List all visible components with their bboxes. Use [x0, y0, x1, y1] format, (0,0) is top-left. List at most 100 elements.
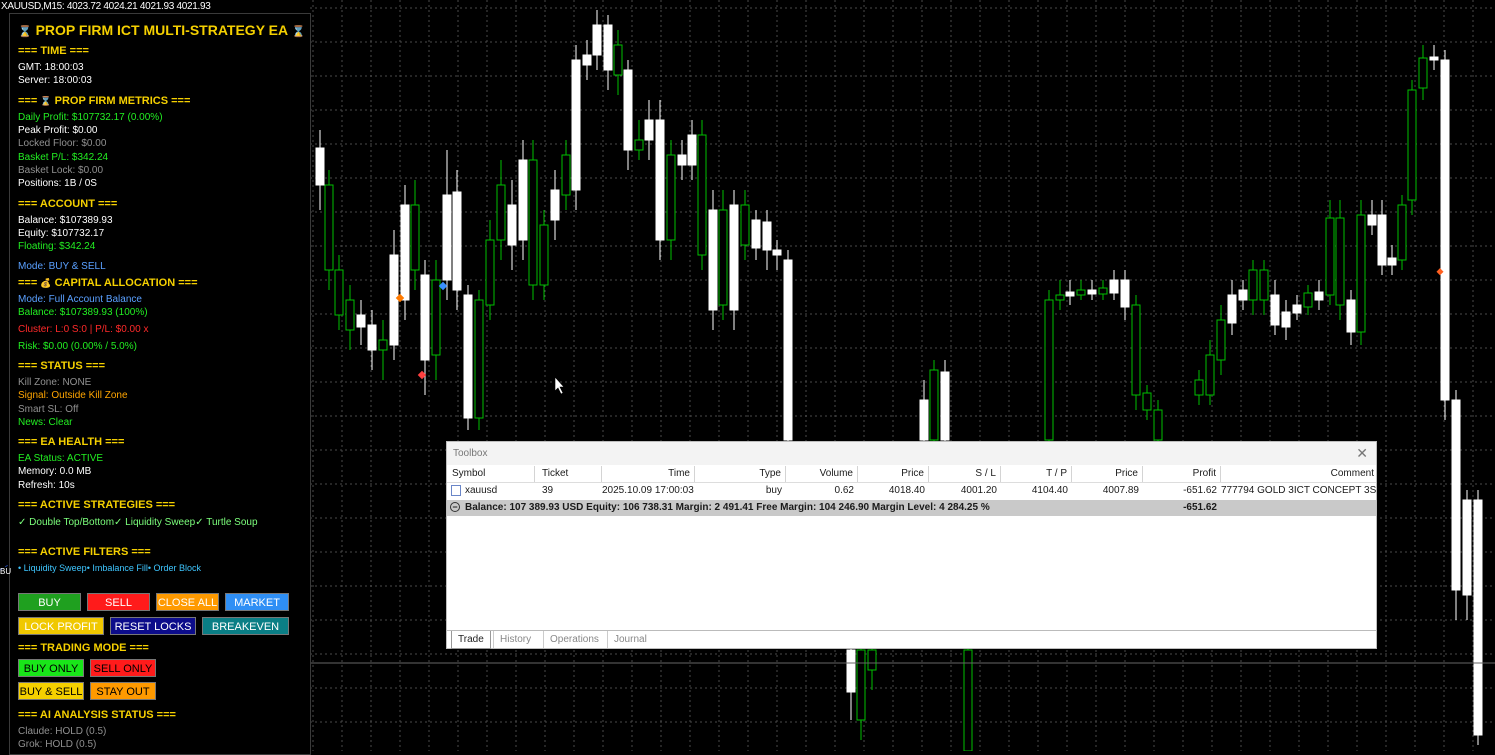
candle-body [1377, 214, 1387, 266]
toolbox-window[interactable]: Toolbox ✕ Symbol Ticket Time Type Volume… [446, 441, 1377, 649]
positions-table-header: Symbol Ticket Time Type Volume Price S /… [447, 466, 1376, 483]
candle-body [1356, 214, 1366, 333]
balance-summary: Balance: 107 389.93 USD Equity: 106 738.… [465, 502, 990, 513]
filters-header: === ACTIVE FILTERS === [18, 546, 151, 558]
refresh-rate: Refresh: 10s [18, 480, 75, 491]
stay-out-button[interactable]: STAY OUT [90, 682, 156, 700]
candle-body [1397, 204, 1407, 261]
candle-body [1407, 89, 1417, 201]
col-price[interactable]: Price [858, 466, 929, 482]
col-type[interactable]: Type [695, 466, 786, 482]
candle-body [561, 154, 571, 196]
candle-body [613, 44, 623, 76]
ea-info-panel: ⌛ PROP FIRM ICT MULTI-STRATEGY EA ⌛ === … [9, 13, 311, 755]
candle-body [697, 134, 707, 256]
candle-body [420, 274, 430, 361]
close-icon[interactable]: ✕ [1356, 445, 1368, 462]
cell-current-price: 4007.89 [1102, 485, 1139, 496]
positions: Positions: 1B / 0S [18, 178, 97, 189]
candle-body [1270, 294, 1280, 326]
breakeven-button[interactable]: BREAKEVEN [202, 617, 289, 635]
candle-body [1473, 499, 1483, 736]
candle-body [1120, 279, 1130, 308]
candle-body [1429, 56, 1439, 61]
candle-body [1109, 279, 1119, 294]
candle-body [687, 134, 697, 166]
tab-journal[interactable]: Journal [607, 631, 653, 648]
strategies-list: ✓ Double Top/Bottom✓ Liquidity Sweep✓ Tu… [18, 517, 258, 528]
candle-body [963, 649, 973, 751]
symbol-price-line: XAUUSD,M15: 4023.72 4024.21 4021.93 4021… [1, 1, 211, 12]
sell-only-button[interactable]: SELL ONLY [90, 659, 156, 677]
close-all-button[interactable]: CLOSE ALL [156, 593, 219, 611]
risk-status: Risk: $0.00 (0.00% / 5.0%) [18, 341, 137, 352]
grok-status: Grok: HOLD (0.5) [18, 739, 97, 750]
cell-volume: 0.62 [834, 485, 854, 496]
hourglass-icon: ⌛ [291, 26, 306, 38]
candle-body [655, 119, 665, 241]
cell-comment: 777794 GOLD 3ICT CONCEPT 3ST... [1221, 485, 1376, 496]
toolbox-tabs: Trade History Operations Journal [447, 630, 1376, 649]
col-comment[interactable]: Comment [1221, 466, 1376, 482]
col-symbol[interactable]: Symbol [447, 466, 535, 482]
candle-body [334, 269, 344, 316]
kill-zone: Kill Zone: NONE [18, 377, 92, 388]
col-volume[interactable]: Volume [786, 466, 858, 482]
candle-body [324, 184, 334, 271]
buy-button[interactable]: BUY [18, 593, 81, 611]
mouse-cursor-icon [554, 376, 565, 395]
cell-sl: 4001.20 [960, 485, 997, 496]
toolbox-titlebar[interactable]: Toolbox ✕ [447, 442, 1376, 465]
col-sl[interactable]: S / L [929, 466, 1001, 482]
candle-body [1098, 287, 1108, 295]
cell-symbol: xauusd [465, 485, 498, 496]
buy-only-button[interactable]: BUY ONLY [18, 659, 84, 677]
candle-body [603, 24, 613, 71]
position-row[interactable]: xauusd 39 2025.10.09 17:00:03 buy 0.62 4… [447, 483, 1376, 499]
health-header: === EA HEALTH === [18, 436, 125, 448]
col-profit[interactable]: Profit [1143, 466, 1221, 482]
gmt-time: GMT: 18:00:03 [18, 62, 84, 73]
candle-body [571, 59, 581, 191]
buy-sell-button[interactable]: BUY & SELL [18, 682, 84, 700]
candle-body [1325, 217, 1335, 296]
status-header: === STATUS === [18, 360, 106, 372]
hourglass-icon: ⌛ [40, 96, 52, 106]
lock-profit-button[interactable]: LOCK PROFIT [18, 617, 104, 635]
candle-body [740, 204, 750, 246]
cell-tp: 4104.40 [1031, 485, 1068, 496]
tab-operations[interactable]: Operations [543, 631, 605, 648]
money-bag-icon: 💰 [40, 278, 52, 288]
capital-balance: Balance: $107389.93 (100%) [18, 307, 148, 318]
cell-price: 4018.40 [888, 485, 925, 496]
reset-locks-button[interactable]: RESET LOCKS [110, 617, 196, 635]
basket-pl: Basket P/L: $342.24 [18, 152, 109, 163]
candle-body [452, 191, 462, 291]
candle-body [550, 189, 560, 221]
daily-profit: Daily Profit: $107732.17 (0.00%) [18, 112, 163, 123]
account-balance: Balance: $107389.93 [18, 215, 113, 226]
tab-history[interactable]: History [493, 631, 537, 648]
candle-body [867, 649, 877, 671]
candle-body [634, 139, 644, 151]
candle-body [644, 119, 654, 141]
market-button[interactable]: MARKET [225, 593, 289, 611]
candle-body [708, 209, 718, 311]
col-time[interactable]: Time [602, 466, 695, 482]
news-status: News: Clear [18, 417, 73, 428]
candle-body [846, 649, 856, 693]
candle-body [474, 299, 484, 419]
filters-list: • Liquidity Sweep• Imbalance Fill• Order… [18, 563, 202, 573]
trading-mode-header: === TRADING MODE === [18, 642, 149, 654]
candle-body [582, 54, 592, 66]
col-ticket[interactable]: Ticket [535, 466, 602, 482]
sell-button[interactable]: SELL [87, 593, 150, 611]
candle-body [1346, 299, 1356, 333]
col-tp[interactable]: T / P [1001, 466, 1072, 482]
col-current-price[interactable]: Price [1072, 466, 1143, 482]
candle-body [929, 369, 939, 441]
tab-trade[interactable]: Trade [451, 631, 491, 649]
collapse-icon[interactable]: − [450, 502, 460, 512]
candle-body [919, 399, 929, 441]
candle-body [463, 294, 473, 419]
